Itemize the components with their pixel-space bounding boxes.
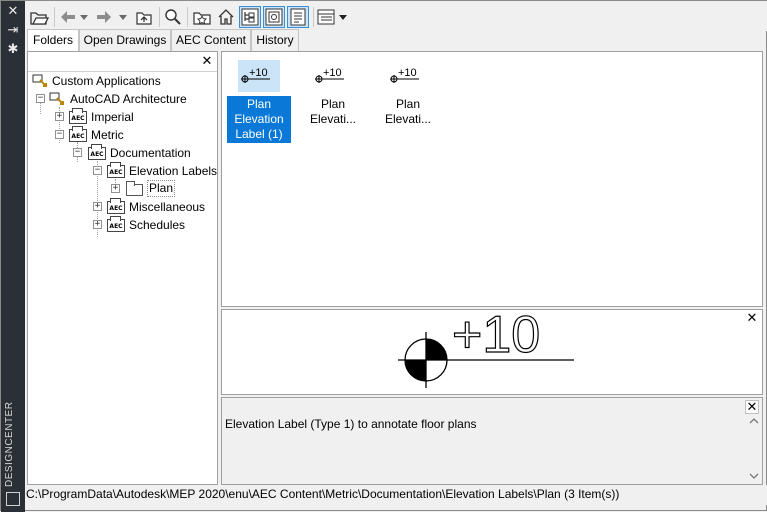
description-text: Elevation Label (Type 1) to annotate flo… <box>225 417 477 431</box>
description-toggle-icon[interactable] <box>287 6 309 28</box>
expand-icon[interactable]: + <box>55 112 64 121</box>
tree-item-schedules[interactable]: + AEC Schedules <box>30 216 215 234</box>
folder-tree-pane: ✕ Custom Applications − AutoCAD Architec… <box>27 51 218 485</box>
collapse-icon[interactable]: − <box>93 166 102 175</box>
preview-text: +10 <box>452 310 540 364</box>
thumb-text: +10 <box>323 67 342 79</box>
aec-folder-icon: AEC <box>69 108 87 124</box>
item-thumbnail: +10 <box>301 60 365 92</box>
thumb-text: +10 <box>249 67 268 79</box>
load-icon[interactable] <box>28 6 50 28</box>
elevation-label-preview: +10 <box>398 310 574 388</box>
tree-item-label: Metric <box>91 128 124 142</box>
autohide-icon[interactable]: ⇥ <box>5 23 21 39</box>
aec-folder-icon: AEC <box>107 216 125 232</box>
description-pane: ✕ Elevation Label (Type 1) to annotate f… <box>221 397 763 485</box>
tab-open-drawings[interactable]: Open Drawings <box>79 29 171 51</box>
folder-icon <box>126 181 143 196</box>
content-item[interactable]: +10 Plan Elevati... <box>376 60 440 128</box>
forward-icon[interactable] <box>93 6 115 28</box>
tree-item-metric[interactable]: − AEC Metric <box>30 126 215 144</box>
tree-item-label: Plan <box>147 180 176 197</box>
tab-history[interactable]: History <box>251 29 299 51</box>
status-bar-path: C:\ProgramData\Autodesk\MEP 2020\enu\AEC… <box>25 485 767 505</box>
preview-pane: ✕ +10 <box>221 309 763 395</box>
expand-icon[interactable]: + <box>93 202 102 211</box>
close-icon[interactable]: ✕ <box>5 4 21 20</box>
item-label: Plan Elevati... <box>384 97 432 126</box>
views-dropdown-icon[interactable] <box>336 6 350 28</box>
collapse-icon[interactable]: − <box>36 94 45 103</box>
palette-title-bar[interactable]: ✕ ⇥ ✱ DESIGNCENTER <box>1 1 25 512</box>
item-thumbnail: +10 <box>238 60 280 92</box>
palette-grip-icon[interactable] <box>6 492 20 506</box>
aec-folder-icon: AEC <box>88 144 106 160</box>
expand-icon[interactable]: + <box>93 220 102 229</box>
item-label: Plan Elevation Label (1) <box>227 96 291 143</box>
up-icon[interactable] <box>133 6 155 28</box>
tree-item-label: Documentation <box>110 146 191 160</box>
home-icon[interactable] <box>215 6 237 28</box>
tree-header: ✕ <box>28 52 217 72</box>
aec-folder-icon: AEC <box>107 162 125 178</box>
tree-item-label: Elevation Labels <box>129 164 218 178</box>
description-close-icon[interactable]: ✕ <box>745 400 759 415</box>
tab-folders[interactable]: Folders <box>27 29 79 52</box>
tree-item-elevation-labels[interactable]: − AEC Elevation Labels <box>30 162 218 180</box>
aec-folder-icon: AEC <box>107 198 125 214</box>
item-label: Plan Elevati... <box>309 97 357 126</box>
views-icon[interactable] <box>315 6 337 28</box>
tree-close-icon[interactable]: ✕ <box>200 55 214 69</box>
collapse-icon[interactable]: − <box>73 148 82 157</box>
back-icon[interactable] <box>57 6 79 28</box>
back-dropdown-icon[interactable] <box>77 6 91 28</box>
tree-item-documentation[interactable]: − AEC Documentation <box>30 144 215 162</box>
tree-item-label: Miscellaneous <box>129 200 206 214</box>
tree-item-autocad-architecture[interactable]: − AutoCAD Architecture <box>30 90 215 108</box>
tree-item-label: Schedules <box>129 218 186 232</box>
thumb-text: +10 <box>398 67 417 79</box>
aec-folder-icon: AEC <box>69 126 87 142</box>
tree-item-custom-applications[interactable]: Custom Applications <box>30 72 215 90</box>
tree-item-imperial[interactable]: + AEC Imperial <box>30 108 215 126</box>
tab-aec-content[interactable]: AEC Content <box>171 29 251 51</box>
tree-view-toggle-icon[interactable] <box>239 6 261 28</box>
tree-item-label: AutoCAD Architecture <box>70 92 187 106</box>
preview-toggle-icon[interactable] <box>263 6 285 28</box>
properties-icon[interactable]: ✱ <box>5 42 21 58</box>
expand-icon[interactable]: + <box>111 184 120 193</box>
favorites-icon[interactable] <box>191 6 213 28</box>
tree-item-label: Custom Applications <box>52 74 161 88</box>
collapse-icon[interactable]: − <box>55 130 64 139</box>
content-pane: +10 Plan Elevation Label (1) +10 Plan El… <box>221 51 763 307</box>
custom-apps-icon <box>32 74 50 88</box>
search-icon[interactable] <box>162 6 184 28</box>
tree-item-miscellaneous[interactable]: + AEC Miscellaneous <box>30 198 215 216</box>
custom-apps-icon <box>49 92 67 106</box>
tree-item-label: Imperial <box>91 110 134 124</box>
description-scrollbar[interactable] <box>746 414 762 484</box>
forward-dropdown-icon[interactable] <box>116 6 130 28</box>
toolbar <box>25 1 767 31</box>
designcenter-window: ✕ ⇥ ✱ DESIGNCENTER Folders Open Drawings… <box>0 0 767 512</box>
item-thumbnail: +10 <box>376 60 440 92</box>
tree-item-plan[interactable]: + Plan <box>30 180 215 198</box>
content-item[interactable]: +10 Plan Elevati... <box>301 60 365 128</box>
palette-title: DESIGNCENTER <box>4 401 15 487</box>
content-item[interactable]: +10 Plan Elevation Label (1) <box>227 60 291 143</box>
